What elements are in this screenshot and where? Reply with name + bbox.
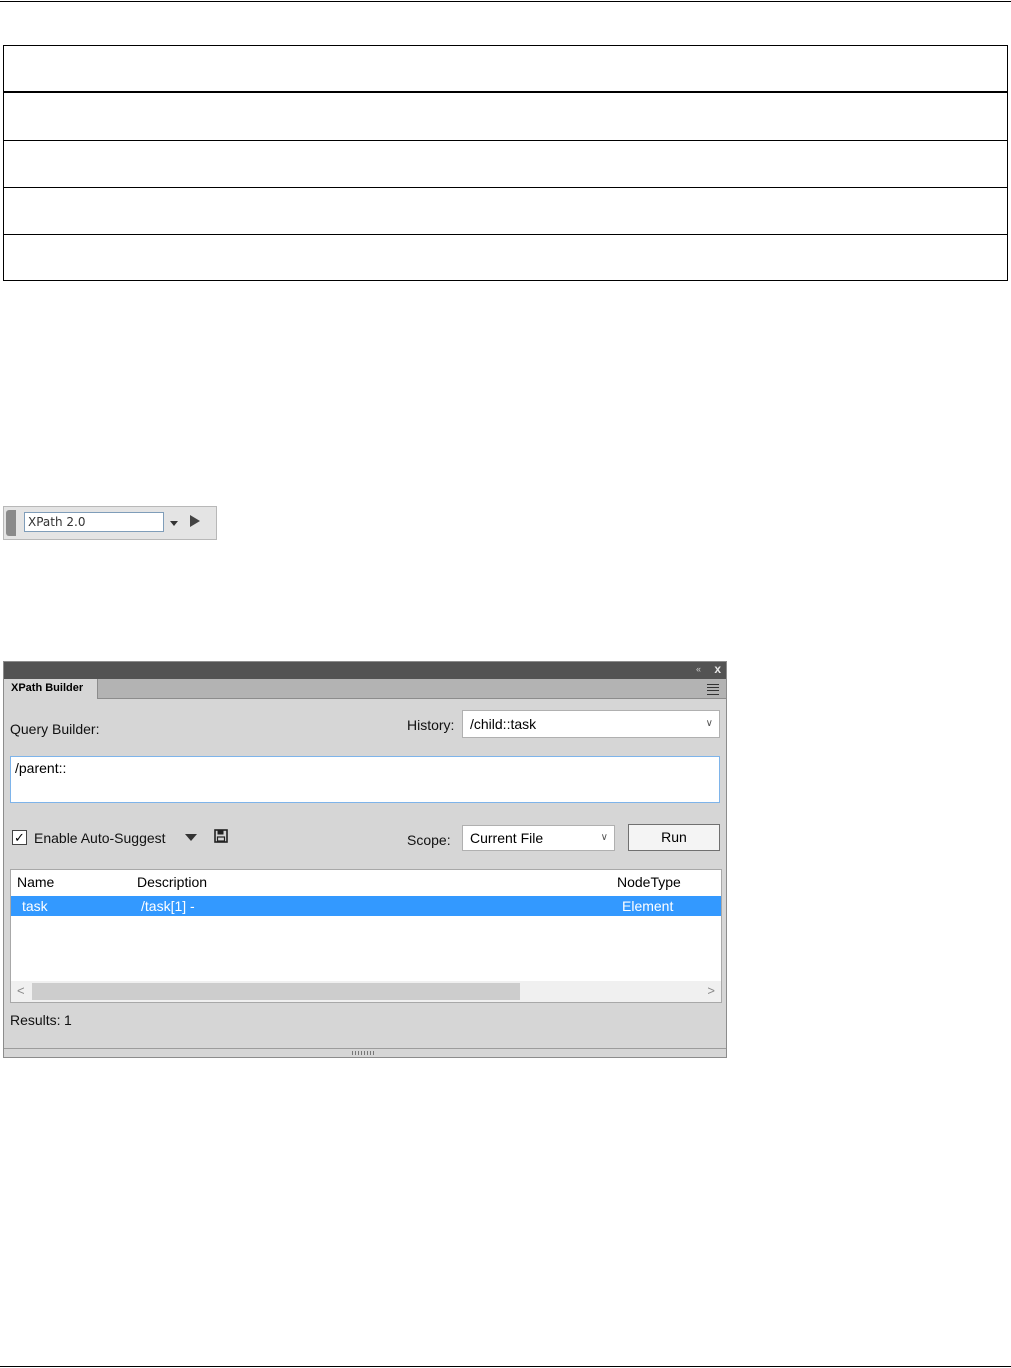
list-item[interactable]: task /task[1] - Element [11, 896, 721, 916]
xpath-builder-panel: ‹‹ x XPath Builder Query Builder: Histor… [3, 661, 727, 1058]
close-icon[interactable]: x [714, 662, 721, 676]
empty-document-table [3, 45, 1008, 281]
collapse-icon[interactable]: ‹‹ [696, 664, 701, 674]
chevron-down-icon: ∨ [705, 718, 713, 729]
history-dropdown[interactable]: /child::task ∨ [462, 710, 720, 738]
scrollbar-thumb[interactable] [32, 983, 520, 1000]
page-footer-rule [0, 1366, 1011, 1367]
history-value: /child::task [470, 716, 537, 732]
tab-xpath-builder[interactable]: XPath Builder [4, 679, 98, 699]
run-button[interactable]: Run [628, 824, 720, 851]
table-row [4, 234, 1007, 280]
run-query-icon[interactable] [190, 515, 200, 527]
xpath-toolbar: XPath 2.0 [3, 506, 217, 540]
panel-menu-icon[interactable] [707, 684, 719, 695]
scroll-left-icon[interactable]: < [17, 983, 25, 998]
scope-value: Current File [470, 830, 544, 846]
column-header-nodetype[interactable]: NodeType [617, 874, 681, 890]
scroll-right-icon[interactable]: > [707, 983, 715, 998]
row-description: /task[1] - [141, 898, 195, 914]
scope-label: Scope: [407, 832, 451, 848]
chevron-down-icon[interactable] [166, 512, 182, 532]
table-header-row [4, 46, 1007, 93]
panel-resize-handle[interactable] [4, 1048, 726, 1058]
auto-suggest-dropdown-icon[interactable] [185, 834, 197, 841]
save-icon[interactable] [214, 829, 228, 843]
table-row [4, 140, 1007, 187]
column-header-name[interactable]: Name [17, 874, 54, 890]
toolbar-grip-handle[interactable] [6, 510, 16, 536]
row-name: task [22, 898, 48, 914]
scope-dropdown[interactable]: Current File ∨ [462, 825, 615, 851]
auto-suggest-label: Enable Auto-Suggest [34, 830, 166, 846]
row-nodetype: Element [622, 898, 674, 914]
page-header-rule [0, 1, 1011, 2]
xpath-version-combo[interactable]: XPath 2.0 [24, 512, 164, 532]
list-header: Name Description NodeType [11, 870, 721, 894]
table-row [4, 187, 1007, 234]
table-row [4, 93, 1007, 140]
history-label: History: [407, 717, 455, 733]
chevron-down-icon: ∨ [600, 832, 608, 843]
results-count: 1 [64, 1012, 72, 1028]
auto-suggest-checkbox[interactable]: ✓ [12, 830, 27, 845]
results-label: Results: [10, 1012, 61, 1028]
horizontal-scrollbar[interactable]: < > [11, 981, 721, 1002]
results-list[interactable]: Name Description NodeType task /task[1] … [10, 869, 722, 1003]
query-builder-label: Query Builder: [10, 721, 100, 737]
query-input[interactable]: /parent:: [10, 756, 720, 803]
panel-tabbar: XPath Builder [4, 679, 726, 699]
column-header-description[interactable]: Description [137, 874, 207, 890]
panel-titlebar: ‹‹ x [4, 662, 726, 679]
